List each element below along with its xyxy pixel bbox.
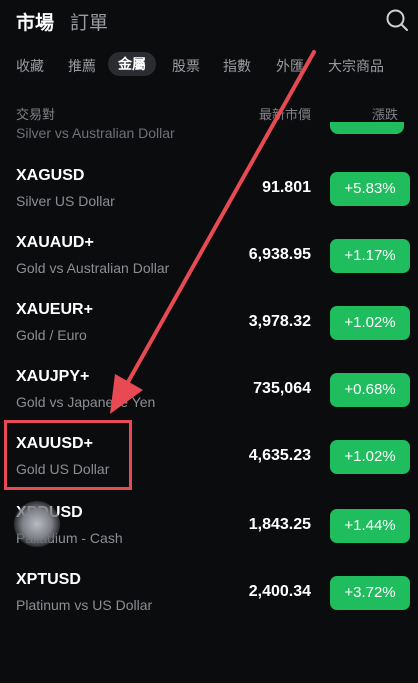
change-badge[interactable]: +3.72% (330, 576, 410, 610)
list-item-xaujpy[interactable]: XAUJPY+ Gold vs Japanese Yen 735,064 +0.… (0, 358, 418, 424)
category-commodities[interactable]: 大宗商品 (328, 54, 384, 78)
change-badge[interactable]: +1.02% (330, 306, 410, 340)
tab-market[interactable]: 市場 (16, 8, 54, 35)
column-header-change[interactable]: 漲跌 (372, 104, 398, 123)
category-indices[interactable]: 指數 (223, 54, 251, 78)
price: 4,635.23 (248, 447, 311, 464)
search-icon[interactable] (385, 8, 409, 32)
description: Platinum vs US Dollar (16, 597, 153, 613)
price: 6,938.95 (248, 246, 311, 263)
price: 1,843.25 (248, 516, 311, 533)
category-recommended[interactable]: 推薦 (68, 54, 96, 78)
list-item-xpdusd[interactable]: XPDUSD Palladium - Cash 1,843.25 +1.44% (0, 494, 418, 560)
list-item-xauaud[interactable]: XAUAUD+ Gold vs Australian Dollar 6,938.… (0, 224, 418, 290)
description: Gold vs Japanese Yen (16, 394, 156, 410)
description: Silver US Dollar (16, 193, 115, 209)
price: 91.801 (262, 179, 311, 196)
list-item-xaueur[interactable]: XAUEUR+ Gold / Euro 3,978.32 +1.02% (0, 291, 418, 357)
change-badge[interactable]: +5.83% (330, 172, 410, 206)
change-badge[interactable]: +1.17% (330, 239, 410, 273)
category-metals[interactable]: 金屬 (108, 52, 156, 76)
partial-row-desc: Silver vs Australian Dollar (16, 125, 175, 141)
change-badge[interactable]: +1.44% (330, 509, 410, 543)
floating-button[interactable] (14, 501, 60, 547)
category-favorites[interactable]: 收藏 (16, 54, 44, 78)
change-badge[interactable]: +1.02% (330, 440, 410, 474)
list-item-xptusd[interactable]: XPTUSD Platinum vs US Dollar 2,400.34 +3… (0, 561, 418, 627)
symbol: XPTUSD (16, 571, 81, 588)
symbol: XAUJPY+ (16, 368, 90, 385)
column-header-price[interactable]: 最新市價 (259, 104, 311, 123)
description: Gold / Euro (16, 327, 87, 343)
price: 2,400.34 (248, 583, 311, 600)
symbol: XAGUSD (16, 167, 85, 184)
list-item-xagusd[interactable]: XAGUSD Silver US Dollar 91.801 +5.83% (0, 157, 418, 223)
category-forex[interactable]: 外匯 (276, 54, 304, 78)
price: 3,978.32 (248, 313, 311, 330)
price: 735,064 (253, 380, 311, 397)
top-bar: 市場 訂單 (0, 0, 418, 42)
highlight-box (4, 420, 132, 490)
symbol: XAUAUD+ (16, 234, 94, 251)
partial-row-change-badge (330, 122, 404, 134)
symbol: XAUEUR+ (16, 301, 93, 318)
tab-orders[interactable]: 訂單 (70, 8, 108, 35)
change-badge[interactable]: +0.68% (330, 373, 410, 407)
column-header-pair: 交易對 (16, 107, 56, 122)
description: Gold vs Australian Dollar (16, 260, 170, 276)
category-stocks[interactable]: 股票 (172, 54, 200, 78)
